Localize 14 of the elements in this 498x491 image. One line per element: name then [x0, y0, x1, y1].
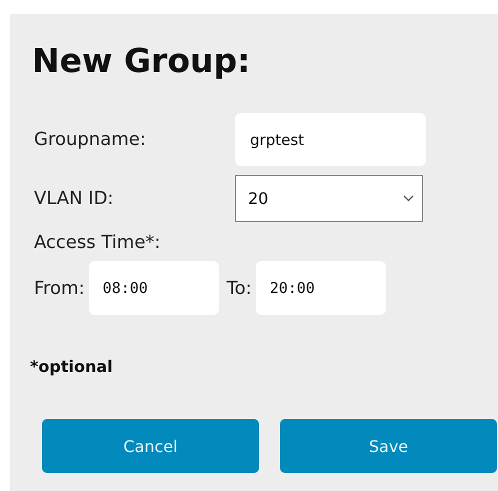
dropdown[interactable]: 20	[235, 175, 423, 222]
page-title: New Group:	[32, 40, 252, 77]
input-field[interactable]: 08:00	[88, 261, 219, 315]
field-label: To:	[226, 278, 252, 298]
input-field[interactable]: 20:00	[256, 261, 386, 315]
action-button[interactable]: Cancel	[42, 419, 259, 473]
field-label: Groupname:	[33, 129, 147, 150]
field-label: From:	[33, 278, 85, 298]
action-button[interactable]: Save	[280, 419, 497, 473]
chevron-down-icon	[403, 195, 414, 202]
field-label: VLAN ID:	[33, 188, 114, 209]
input-field[interactable]: grptest	[235, 113, 426, 166]
field-label: Access Time*:	[33, 232, 160, 253]
footnote: *optional	[30, 357, 113, 376]
